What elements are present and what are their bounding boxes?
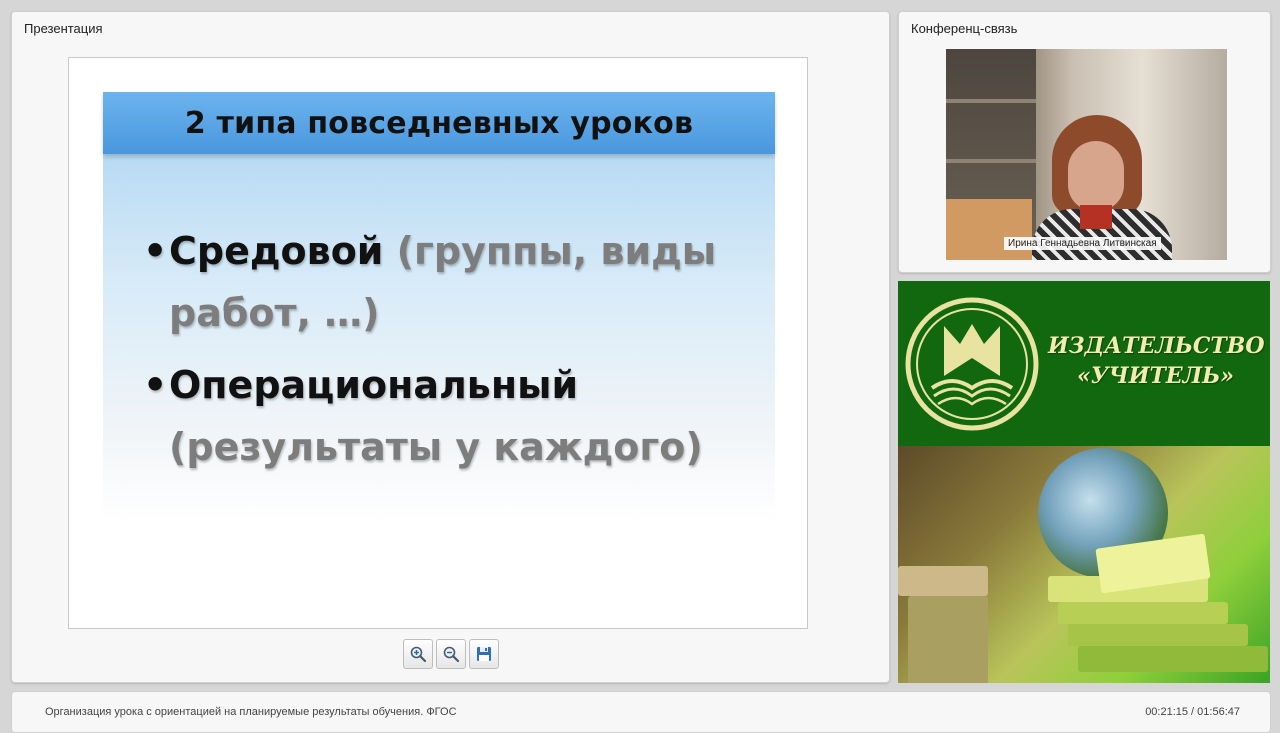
publisher-name: ИЗДАТЕЛЬСТВО «УЧИТЕЛЬ» [1048, 331, 1265, 391]
status-bar: Организация урока с ориентацией на плани… [11, 691, 1271, 733]
zoom-out-button[interactable] [436, 639, 466, 669]
lecture-title: Организация урока с ориентацией на плани… [45, 706, 457, 718]
slide-title-bar: 2 типа повседневных уроков [103, 92, 775, 154]
save-icon [477, 647, 491, 661]
publisher-banner-books-image [898, 446, 1270, 683]
bullet-detail-cont: (результаты у каждого) [169, 425, 703, 469]
book-image [908, 596, 988, 683]
publisher-banner-top: ИЗДАТЕЛЬСТВО «УЧИТЕЛЬ» [898, 281, 1270, 446]
slide: 2 типа повседневных уроков •Средовой (гр… [68, 57, 808, 629]
book-image [1058, 602, 1228, 624]
slide-bullet-2: •Операциональный (результаты у каждого) [143, 354, 743, 478]
playback-time: 00:21:15 / 01:56:47 [1145, 706, 1240, 718]
zoom-in-icon [410, 646, 427, 663]
bullet-dot: • [143, 363, 168, 407]
presentation-panel: Презентация 2 типа повседневных уроков •… [11, 11, 890, 683]
participant-name: Ирина Геннадьевна Литвинская [1004, 237, 1161, 250]
book-image [898, 566, 988, 596]
publisher-name-line1: ИЗДАТЕЛЬСТВО [1048, 333, 1265, 359]
slide-toolbar [403, 639, 499, 669]
bullet-detail-cont: работ, …) [169, 291, 380, 335]
conference-panel: Конференц-связь Ирина Геннадьевна Литвин… [898, 11, 1271, 273]
bullet-dot: • [143, 229, 168, 273]
presentation-panel-title: Презентация [24, 21, 103, 36]
video-feed: Ирина Геннадьевна Литвинская [946, 49, 1227, 260]
bullet-detail: (группы, виды [396, 229, 717, 273]
save-button[interactable] [469, 639, 499, 669]
video-cabinet [946, 199, 1032, 260]
video-person-face [1068, 141, 1124, 211]
book-image [1078, 646, 1268, 672]
publisher-name-line2: «УЧИТЕЛЬ» [1077, 363, 1234, 389]
bullet-main: Операциональный [169, 363, 579, 407]
slide-body: 2 типа повседневных уроков •Средовой (гр… [103, 92, 775, 522]
video-shelf-line [946, 159, 1036, 163]
bullet-main: Средовой [169, 229, 384, 273]
publisher-logo-icon [905, 297, 1039, 431]
publisher-banner: ИЗДАТЕЛЬСТВО «УЧИТЕЛЬ» [898, 281, 1270, 683]
zoom-out-icon [443, 646, 460, 663]
slide-title: 2 типа повседневных уроков [184, 105, 694, 141]
video-shelf-line [946, 99, 1036, 103]
video-person-neck [1080, 205, 1112, 229]
conference-panel-title: Конференц-связь [911, 21, 1018, 36]
slide-bullet-1: •Средовой (группы, виды работ, …) [143, 220, 743, 344]
book-image [1068, 624, 1248, 646]
zoom-in-button[interactable] [403, 639, 433, 669]
